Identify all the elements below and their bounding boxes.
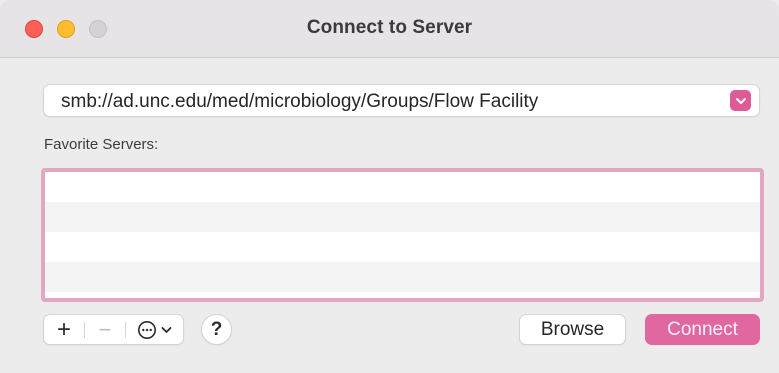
- list-row[interactable]: [45, 232, 760, 262]
- minus-icon: −: [98, 317, 112, 342]
- browse-button[interactable]: Browse: [519, 314, 626, 345]
- remove-favorite-button[interactable]: −: [85, 315, 125, 344]
- title-bar: Connect to Server: [0, 0, 779, 58]
- list-row[interactable]: [45, 202, 760, 232]
- favorite-servers-list[interactable]: [41, 168, 764, 302]
- help-button[interactable]: ?: [201, 314, 232, 345]
- connect-button[interactable]: Connect: [645, 314, 760, 345]
- list-row[interactable]: [45, 262, 760, 292]
- ellipsis-circle-icon: [138, 320, 156, 339]
- plus-icon: +: [56, 316, 71, 343]
- window-title: Connect to Server: [306, 17, 473, 38]
- add-favorite-button[interactable]: +: [44, 315, 84, 344]
- server-address-combobox[interactable]: smb://ad.unc.edu/med/microbiology/Groups…: [43, 84, 760, 117]
- list-row[interactable]: [45, 172, 760, 202]
- favorites-action-menu-button[interactable]: [126, 315, 183, 344]
- chevron-down-icon: [161, 326, 172, 333]
- connect-to-server-window: Connect to Server smb://ad.unc.edu/med/m…: [0, 0, 779, 373]
- favorite-servers-label: Favorite Servers:: [44, 136, 159, 153]
- favorites-edit-segmented-control: + −: [43, 314, 184, 345]
- server-address-input[interactable]: smb://ad.unc.edu/med/microbiology/Groups…: [61, 91, 538, 113]
- address-history-dropdown-button[interactable]: [730, 90, 751, 111]
- chevron-down-icon: [735, 97, 746, 104]
